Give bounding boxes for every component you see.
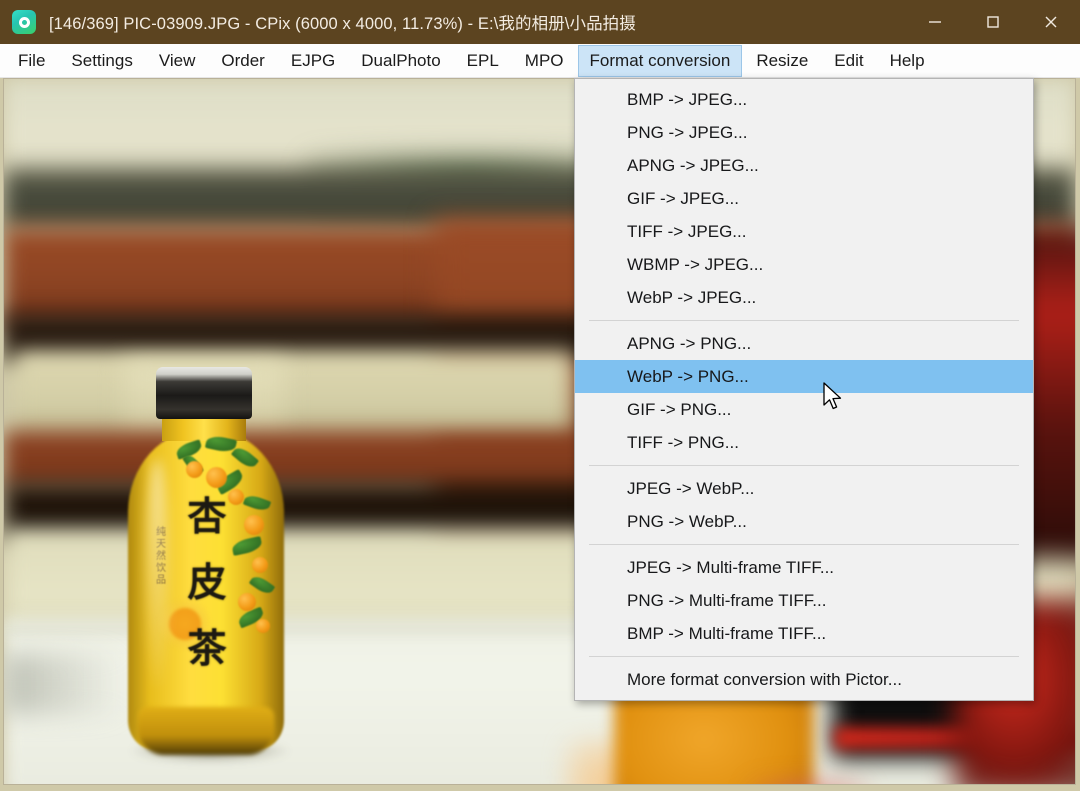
menu-item-tiff-to-jpeg[interactable]: TIFF -> JPEG...	[575, 215, 1033, 248]
window-controls	[906, 0, 1080, 44]
menu-item-gif-to-png[interactable]: GIF -> PNG...	[575, 393, 1033, 426]
close-icon[interactable]	[1022, 0, 1080, 44]
menubar-item-settings[interactable]: Settings	[59, 45, 144, 77]
bottle-fruit	[186, 461, 203, 478]
menu-separator	[589, 320, 1019, 321]
menu-item-bmp-to-jpeg[interactable]: BMP -> JPEG...	[575, 83, 1033, 116]
menu-item-apng-to-jpeg[interactable]: APNG -> JPEG...	[575, 149, 1033, 182]
menu-separator	[589, 544, 1019, 545]
menubar-item-mpo[interactable]: MPO	[513, 45, 576, 77]
menubar-item-format-conversion[interactable]: Format conversion	[577, 44, 743, 77]
menu-item-webp-to-png[interactable]: WebP -> PNG...	[575, 360, 1033, 393]
bottle-base	[138, 707, 274, 755]
photo-bottle: 纯天然饮品 杏皮茶	[120, 367, 296, 763]
bottle-highlight	[146, 459, 168, 689]
menu-item-bmp-to-multiframe-tiff[interactable]: BMP -> Multi-frame TIFF...	[575, 617, 1033, 650]
menu-bar: File Settings View Order EJPG DualPhoto …	[0, 44, 1080, 78]
maximize-icon[interactable]	[964, 0, 1022, 44]
bottle-fruit	[252, 557, 268, 573]
cpix-window: [146/369] PIC-03909.JPG - CPix (6000 x 4…	[0, 0, 1080, 791]
format-conversion-menu[interactable]: BMP -> JPEG... PNG -> JPEG... APNG -> JP…	[574, 78, 1034, 701]
menu-item-more-format-conversion[interactable]: More format conversion with Pictor...	[575, 663, 1033, 696]
menubar-item-file[interactable]: File	[6, 45, 57, 77]
menu-item-webp-to-jpeg[interactable]: WebP -> JPEG...	[575, 281, 1033, 314]
cpix-logo-icon	[12, 10, 36, 34]
menu-item-tiff-to-png[interactable]: TIFF -> PNG...	[575, 426, 1033, 459]
logo-ring	[18, 16, 30, 28]
menubar-item-order[interactable]: Order	[209, 45, 276, 77]
bottle-label: 杏皮茶	[187, 495, 227, 672]
bottle-cap	[156, 367, 252, 419]
menubar-item-ejpg[interactable]: EJPG	[279, 45, 347, 77]
bottle-fruit	[256, 619, 270, 633]
menubar-item-view[interactable]: View	[147, 45, 208, 77]
menubar-item-dualphoto[interactable]: DualPhoto	[349, 45, 452, 77]
photo-bg-pink-bottom	[749, 779, 869, 784]
menu-separator	[589, 465, 1019, 466]
menu-separator	[589, 656, 1019, 657]
bottle-fruit	[244, 515, 264, 535]
title-bar: [146/369] PIC-03909.JPG - CPix (6000 x 4…	[0, 0, 1080, 44]
menu-item-gif-to-jpeg[interactable]: GIF -> JPEG...	[575, 182, 1033, 215]
menu-item-jpeg-to-webp[interactable]: JPEG -> WebP...	[575, 472, 1033, 505]
menu-item-apng-to-png[interactable]: APNG -> PNG...	[575, 327, 1033, 360]
menubar-item-resize[interactable]: Resize	[744, 45, 820, 77]
menu-item-jpeg-to-multiframe-tiff[interactable]: JPEG -> Multi-frame TIFF...	[575, 551, 1033, 584]
menubar-item-edit[interactable]: Edit	[822, 45, 875, 77]
bottle-fruit	[238, 593, 256, 611]
window-title: [146/369] PIC-03909.JPG - CPix (6000 x 4…	[49, 15, 636, 33]
menubar-item-epl[interactable]: EPL	[455, 45, 511, 77]
photo-bg-grey-left	[4, 654, 124, 714]
menu-item-png-to-webp[interactable]: PNG -> WebP...	[575, 505, 1033, 538]
minimize-icon[interactable]	[906, 0, 964, 44]
menu-item-png-to-jpeg[interactable]: PNG -> JPEG...	[575, 116, 1033, 149]
menu-item-wbmp-to-jpeg[interactable]: WBMP -> JPEG...	[575, 248, 1033, 281]
menubar-item-help[interactable]: Help	[878, 45, 937, 77]
menu-item-png-to-multiframe-tiff[interactable]: PNG -> Multi-frame TIFF...	[575, 584, 1033, 617]
